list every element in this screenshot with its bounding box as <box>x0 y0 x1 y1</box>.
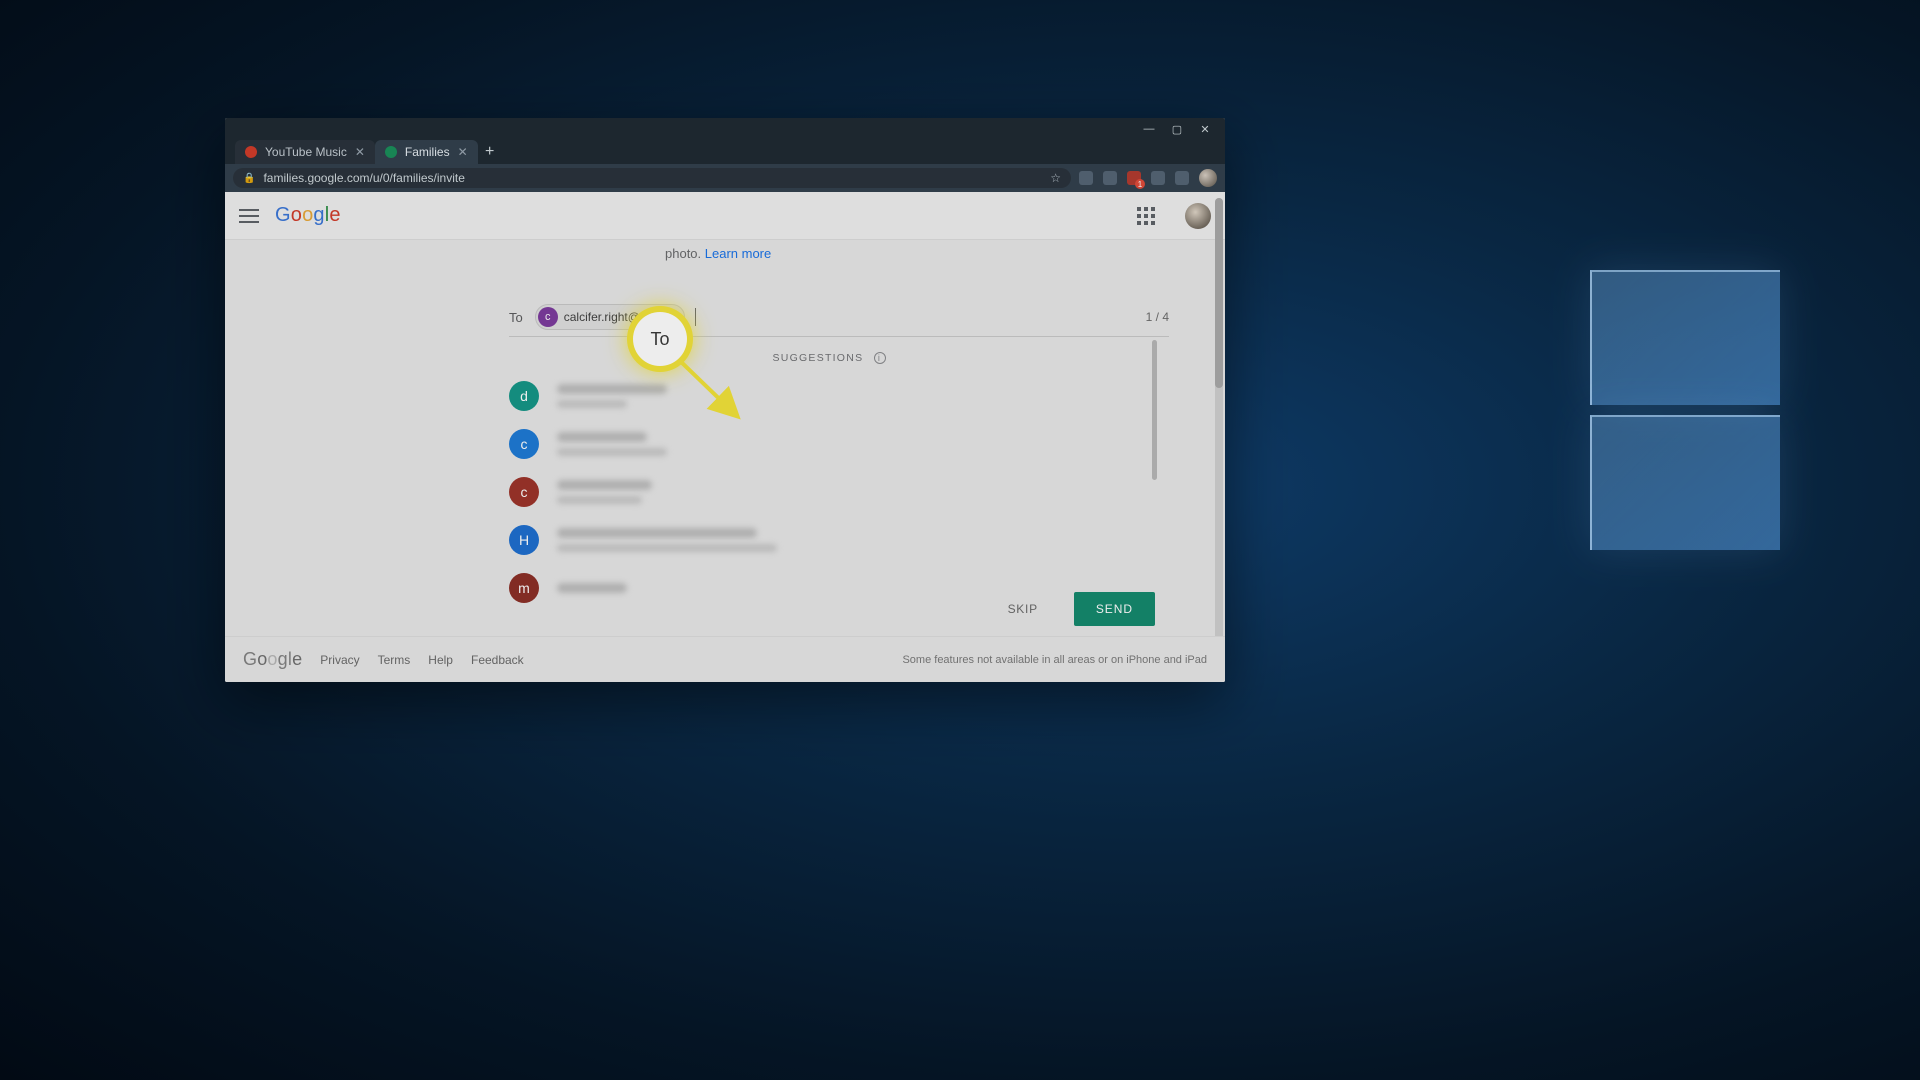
desktop-decoration <box>1590 270 1780 405</box>
new-tab-button[interactable]: + <box>478 140 502 164</box>
invite-form: photo. Learn more To c calcifer.right@gm… <box>225 240 1211 636</box>
extension-icon[interactable] <box>1079 171 1093 185</box>
logo-letter: o <box>267 649 277 670</box>
logo-letter: o <box>302 204 313 227</box>
suggestion-avatar: H <box>509 525 539 555</box>
menu-icon[interactable] <box>239 209 259 223</box>
bookmark-star-icon[interactable]: ☆ <box>1050 171 1061 185</box>
suggestion-item[interactable]: d <box>509 372 1149 420</box>
logo-letter: g <box>313 204 324 227</box>
logo-letter: o <box>291 204 302 227</box>
address-bar: 🔒 families.google.com/u/0/families/invit… <box>225 164 1225 192</box>
recipient-count: 1 / 4 <box>1146 310 1169 324</box>
suggestion-avatar: c <box>509 429 539 459</box>
field-underline <box>509 336 1169 337</box>
favicon-icon <box>385 146 397 158</box>
suggestions-header: SUGGESTIONS i <box>509 352 1149 364</box>
footer-link-privacy[interactable]: Privacy <box>320 653 359 667</box>
suggestions-label: SUGGESTIONS <box>772 352 863 364</box>
suggestion-redacted-text <box>557 480 652 504</box>
logo-letter: o <box>257 649 267 670</box>
skip-button[interactable]: SKIP <box>998 594 1048 624</box>
scrollbar-thumb[interactable] <box>1215 198 1223 388</box>
suggestion-avatar: d <box>509 381 539 411</box>
logo-letter: e <box>292 649 302 670</box>
intro-text: photo. Learn more <box>665 246 771 261</box>
suggestion-item[interactable]: H <box>509 516 1149 564</box>
suggestion-redacted-text <box>557 583 627 593</box>
extension-icon[interactable] <box>1127 171 1141 185</box>
suggestions-list: dccHm <box>509 372 1149 612</box>
window-close-button[interactable]: ✕ <box>1191 120 1219 138</box>
logo-letter: G <box>275 204 291 227</box>
favicon-icon <box>245 146 257 158</box>
desktop-decoration <box>1590 415 1780 550</box>
footer-link-feedback[interactable]: Feedback <box>471 653 524 667</box>
window-titlebar[interactable]: — ▢ ✕ <box>225 118 1225 140</box>
window-maximize-button[interactable]: ▢ <box>1163 120 1191 138</box>
apps-grid-icon[interactable] <box>1137 207 1155 225</box>
chip-avatar: c <box>538 307 558 327</box>
desktop-background: — ▢ ✕ YouTube Music ✕ Families ✕ + 🔒 fam… <box>0 0 1920 1080</box>
extension-icons <box>1079 169 1217 187</box>
browser-window: — ▢ ✕ YouTube Music ✕ Families ✕ + 🔒 fam… <box>225 118 1225 682</box>
extension-icon[interactable] <box>1103 171 1117 185</box>
info-icon[interactable]: i <box>874 352 886 364</box>
tab-close-icon[interactable]: ✕ <box>355 145 365 159</box>
profile-avatar-icon[interactable] <box>1199 169 1217 187</box>
url-text: families.google.com/u/0/families/invite <box>263 171 464 185</box>
suggestions-scrollbar[interactable] <box>1152 340 1157 480</box>
tab-families[interactable]: Families ✕ <box>375 140 478 164</box>
suggestion-item[interactable]: c <box>509 468 1149 516</box>
account-avatar[interactable] <box>1185 203 1211 229</box>
page-scrollbar[interactable] <box>1215 198 1223 676</box>
extension-icon[interactable] <box>1175 171 1189 185</box>
window-minimize-button[interactable]: — <box>1135 120 1163 138</box>
footer-google-logo: G o o g l e <box>243 649 302 670</box>
to-field-row: To c calcifer.right@gma… 1 / 4 <box>509 304 1169 330</box>
extension-icon[interactable] <box>1151 171 1165 185</box>
text-caret[interactable] <box>695 308 696 326</box>
to-label: To <box>509 310 523 325</box>
url-input[interactable]: 🔒 families.google.com/u/0/families/invit… <box>233 168 1071 188</box>
suggestion-item[interactable]: c <box>509 420 1149 468</box>
annotation-callout: To <box>633 312 687 366</box>
tab-title: Families <box>405 145 450 159</box>
tab-youtube-music[interactable]: YouTube Music ✕ <box>235 140 375 164</box>
suggestion-redacted-text <box>557 432 667 456</box>
tab-close-icon[interactable]: ✕ <box>458 145 468 159</box>
tab-title: YouTube Music <box>265 145 347 159</box>
app-bar: G o o g l e <box>225 192 1225 240</box>
suggestion-avatar: m <box>509 573 539 603</box>
footer-link-terms[interactable]: Terms <box>378 653 411 667</box>
footer-link-help[interactable]: Help <box>428 653 453 667</box>
logo-letter: G <box>243 649 257 670</box>
footer-disclaimer: Some features not available in all areas… <box>902 654 1207 666</box>
page-content: G o o g l e photo. Learn more To <box>225 192 1225 682</box>
suggestion-redacted-text <box>557 384 667 408</box>
form-actions: SKIP SEND <box>998 592 1155 626</box>
lock-icon: 🔒 <box>243 173 255 184</box>
google-logo[interactable]: G o o g l e <box>275 204 341 227</box>
logo-letter: e <box>329 204 340 227</box>
logo-letter: g <box>278 649 288 670</box>
page-footer: G o o g l e Privacy Terms Help Feedback … <box>225 636 1225 682</box>
tab-strip: YouTube Music ✕ Families ✕ + <box>225 140 1225 164</box>
suggestion-avatar: c <box>509 477 539 507</box>
send-button[interactable]: SEND <box>1074 592 1155 626</box>
annotation-text: To <box>650 329 669 350</box>
learn-more-link[interactable]: Learn more <box>705 246 771 261</box>
suggestion-redacted-text <box>557 528 777 552</box>
intro-fragment: photo. <box>665 246 705 261</box>
